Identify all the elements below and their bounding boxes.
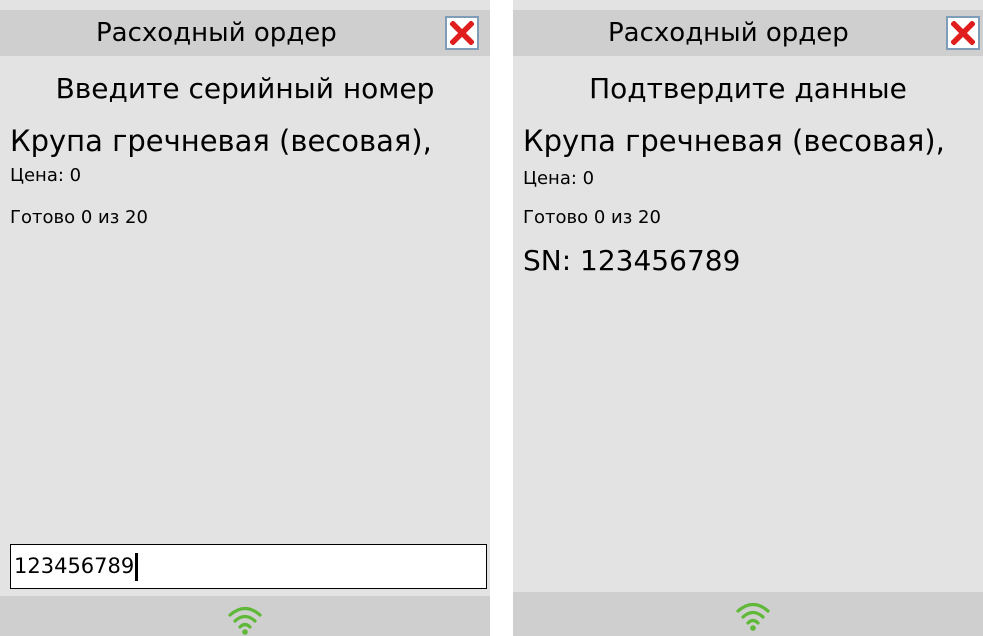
close-icon (951, 21, 975, 45)
progress-label: Готово 0 из 20 (523, 207, 661, 228)
product-name: Крупа гречневая (весовая), (523, 124, 945, 158)
close-button[interactable] (946, 16, 980, 50)
product-name: Крупа гречневая (весовая), (10, 124, 432, 158)
text-caret (135, 553, 139, 581)
wifi-icon (228, 606, 262, 635)
status-bar (0, 596, 490, 636)
serial-number-value: 123456789 (14, 554, 135, 578)
close-icon (450, 21, 474, 45)
confirm-data-screen: Расходный ордер Подтвердите данные Крупа… (513, 0, 983, 636)
close-button[interactable] (445, 16, 479, 50)
window-title: Расходный ордер (608, 18, 849, 48)
title-bar: Расходный ордер (0, 10, 490, 56)
serial-number-input[interactable]: 123456789 (10, 544, 487, 589)
serial-entry-screen: Расходный ордер Введите серийный номер К… (0, 0, 490, 636)
title-bar: Расходный ордер (513, 10, 983, 56)
instruction-heading: Подтвердите данные (589, 72, 907, 105)
price-label: Цена: 0 (523, 168, 595, 189)
price-label: Цена: 0 (10, 165, 82, 186)
progress-label: Готово 0 из 20 (10, 207, 148, 228)
window-title: Расходный ордер (96, 18, 337, 48)
status-bar (513, 592, 983, 636)
serial-number-display: SN: 123456789 (523, 244, 741, 277)
wifi-icon (736, 602, 770, 631)
instruction-heading: Введите серийный номер (55, 72, 435, 105)
